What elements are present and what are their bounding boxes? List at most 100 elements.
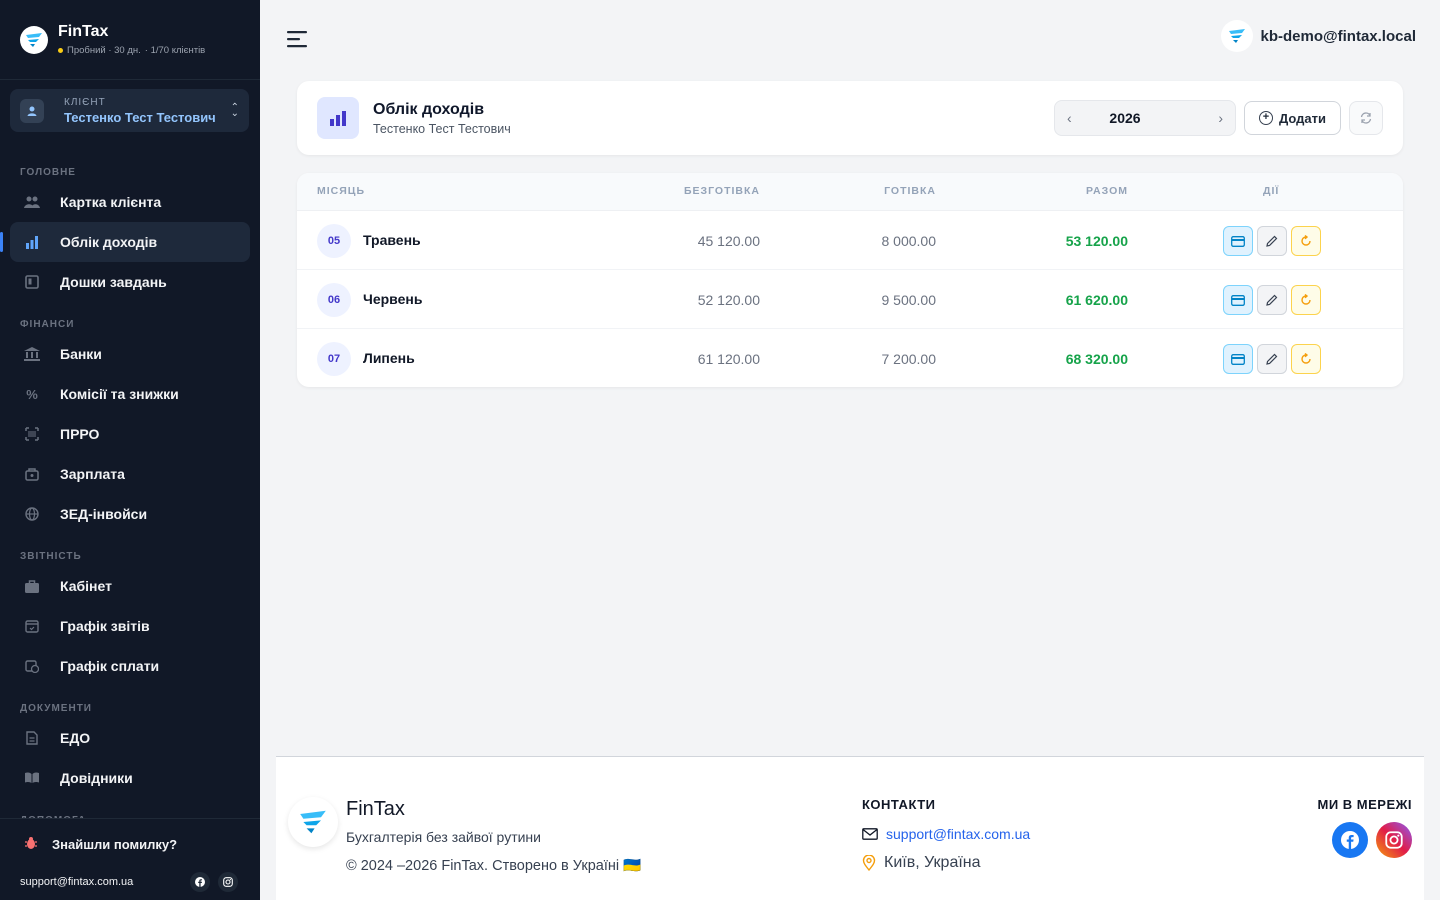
status-dot-icon	[58, 48, 63, 53]
column-header-total: РАЗОМ	[1085, 185, 1128, 197]
rotate-icon	[1301, 353, 1311, 364]
table-row[interactable]: 05 Травень 45 120.00 8 000.00 53 120.00	[297, 211, 1403, 270]
client-label: КЛІЄНТ	[64, 96, 106, 108]
hamburger-icon	[287, 31, 307, 48]
month-name: Липень	[363, 350, 415, 366]
footer-location: Київ, Україна	[884, 854, 981, 871]
cashless-value: 61 120.00	[697, 351, 760, 367]
bank-card-button[interactable]	[1223, 285, 1253, 315]
sidebar-footer: Знайшли помилку? support@fintax.com.ua	[0, 818, 260, 900]
sidebar-item-label: Кабінет	[60, 578, 112, 594]
page-footer: FinTax Бухгалтерія без зайвої рутини © 2…	[276, 756, 1424, 900]
client-selector[interactable]: КЛІЄНТ Тестенко Тест Тестович ⌃ ⌄	[10, 89, 249, 132]
reset-button[interactable]	[1291, 344, 1321, 374]
add-button-label: Додати	[1278, 110, 1327, 126]
menu-toggle-button[interactable]	[276, 18, 318, 60]
book-icon	[24, 770, 40, 786]
table-header: МІСЯЦЬ БЕЗГОТІВКА ГОТІВКА РАЗОМ ДІЇ	[297, 173, 1403, 211]
credit-card-icon	[1231, 353, 1245, 365]
facebook-icon[interactable]	[1332, 822, 1368, 858]
rotate-icon	[1301, 294, 1311, 305]
bug-icon	[24, 836, 38, 853]
next-year-chevron-right-icon[interactable]: ›	[1218, 110, 1223, 126]
bank-card-button[interactable]	[1223, 344, 1253, 374]
table-row[interactable]: 07 Липень 61 120.00 7 200.00 68 320.00	[297, 329, 1403, 387]
barcode-icon	[24, 426, 40, 442]
credit-card-icon	[1231, 294, 1245, 306]
column-header-cash: ГОТІВКА	[884, 185, 936, 197]
sidebar-item-zed-invoices[interactable]: ЗЕД-інвойси	[10, 494, 250, 534]
sidebar-item-edo[interactable]: ЕДО	[10, 718, 250, 758]
report-bug-button[interactable]: Знайшли помилку?	[0, 819, 260, 869]
plan-label: Пробний · 30 дн.	[67, 45, 141, 56]
month-number-badge: 07	[317, 342, 351, 376]
user-menu[interactable]: kb-demo@fintax.local	[1220, 20, 1417, 52]
nav-section-title: ЗВІТНІСТЬ	[20, 551, 82, 562]
user-icon	[20, 98, 44, 123]
month-number-badge: 06	[317, 283, 351, 317]
envelope-icon	[862, 828, 878, 840]
column-header-month: МІСЯЦЬ	[317, 185, 366, 197]
brand[interactable]: FinTax Пробний · 30 дн. · 1/70 клієнтів	[0, 0, 260, 80]
calendar-icon	[24, 618, 40, 634]
pencil-icon	[1266, 294, 1278, 306]
refresh-button[interactable]	[1349, 101, 1383, 135]
sidebar-item-payment-schedule[interactable]: Графік сплати	[10, 646, 250, 686]
sidebar-item-commissions[interactable]: % Комісії та знижки	[10, 374, 250, 414]
sidebar-item-salary[interactable]: Зарплата	[10, 454, 250, 494]
social-heading: МИ В МЕРЕЖІ	[1317, 797, 1412, 812]
instagram-icon[interactable]	[1376, 822, 1412, 858]
cash-value: 7 200.00	[881, 351, 937, 367]
year-value: 2026	[1109, 110, 1141, 126]
reset-button[interactable]	[1291, 226, 1321, 256]
prev-year-chevron-left-icon[interactable]: ‹	[1067, 110, 1072, 126]
total-value: 53 120.00	[1065, 233, 1128, 249]
sidebar-item-label: Комісії та знижки	[60, 386, 179, 402]
table-row[interactable]: 06 Червень 52 120.00 9 500.00 61 620.00	[297, 270, 1403, 329]
board-icon	[24, 274, 40, 290]
month-number-badge: 05	[317, 224, 351, 258]
sidebar-item-task-boards[interactable]: Дошки завдань	[10, 262, 250, 302]
add-button[interactable]: + Додати	[1244, 101, 1341, 135]
total-value: 61 620.00	[1065, 292, 1128, 308]
bank-card-button[interactable]	[1223, 226, 1253, 256]
sidebar-item-label: Облік доходів	[60, 234, 158, 250]
sidebar-item-label: Зарплата	[60, 466, 125, 482]
sidebar-item-label: Картка клієнта	[60, 194, 162, 210]
edit-button[interactable]	[1257, 285, 1287, 315]
footer-tagline: Бухгалтерія без зайвої рутини	[346, 829, 541, 845]
credit-card-icon	[1231, 235, 1245, 247]
briefcase-icon	[24, 578, 40, 594]
report-bug-label: Знайшли помилку?	[52, 836, 178, 852]
sidebar-item-cabinet[interactable]: Кабінет	[10, 566, 250, 606]
sidebar-item-prro[interactable]: ПРРО	[10, 414, 250, 454]
payment-schedule-icon	[24, 658, 40, 674]
wallet-icon	[24, 466, 40, 482]
sidebar-item-report-schedule[interactable]: Графік звітів	[10, 606, 250, 646]
month-name: Травень	[363, 232, 421, 248]
clients-count: · 1/70 клієнтів	[144, 45, 206, 56]
user-email: kb-demo@fintax.local	[1260, 27, 1417, 45]
sidebar-item-banks[interactable]: Банки	[10, 334, 250, 374]
sidebar-item-label: Банки	[60, 346, 102, 362]
footer-copyright: © 2024 –2026 FinTax. Створено в Україні …	[346, 858, 642, 874]
fintax-logo-icon	[20, 25, 48, 54]
location-pin-icon	[862, 855, 876, 871]
column-header-actions: ДІЇ	[1263, 185, 1280, 197]
sidebar-item-income[interactable]: Облік доходів	[0, 222, 250, 262]
support-email-link[interactable]: support@fintax.com.ua	[20, 876, 133, 888]
footer-email-link[interactable]: support@fintax.com.ua	[886, 826, 1030, 842]
facebook-icon[interactable]	[190, 872, 210, 892]
sidebar-item-label: ЕДО	[60, 730, 91, 746]
edit-button[interactable]	[1257, 226, 1287, 256]
sidebar-item-client-card[interactable]: Картка клієнта	[10, 182, 250, 222]
month-name: Червень	[363, 291, 423, 307]
fintax-logo-icon	[288, 797, 338, 847]
instagram-icon[interactable]	[218, 872, 238, 892]
sidebar-item-references[interactable]: Довідники	[10, 758, 250, 798]
edit-button[interactable]	[1257, 344, 1287, 374]
cash-value: 8 000.00	[881, 233, 937, 249]
sidebar-item-label: ПРРО	[60, 426, 100, 442]
pencil-icon	[1266, 353, 1278, 365]
reset-button[interactable]	[1291, 285, 1321, 315]
